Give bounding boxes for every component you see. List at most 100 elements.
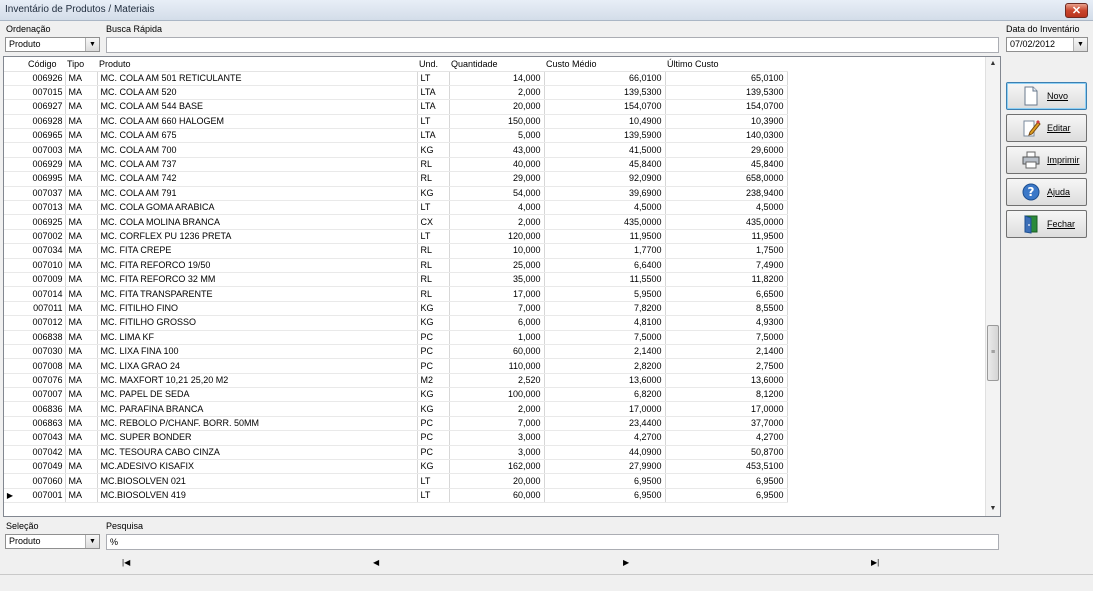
cell-codigo[interactable]: 007001 xyxy=(16,488,66,504)
cell-custo-medio[interactable]: 45,8400 xyxy=(544,157,666,173)
cell-ultimo-custo[interactable]: 8,1200 xyxy=(665,387,788,403)
cell-codigo[interactable]: 006927 xyxy=(16,99,66,115)
cell-custo-medio[interactable]: 6,9500 xyxy=(544,488,666,504)
ordenacao-select[interactable]: Produto ▼ xyxy=(5,37,100,52)
fechar-button[interactable]: Fechar xyxy=(1006,210,1087,238)
cell-und[interactable]: LT xyxy=(417,473,450,489)
cell-und[interactable]: RL xyxy=(417,258,450,273)
cell-custo-medio[interactable]: 6,6400 xyxy=(544,258,666,273)
cell-produto[interactable]: MC. MAXFORT 10,21 25,20 M2 xyxy=(97,373,418,389)
cell-quantidade[interactable]: 110,000 xyxy=(449,358,545,374)
cell-quantidade[interactable]: 2,000 xyxy=(449,85,545,101)
cell-ultimo-custo[interactable]: 658,0000 xyxy=(665,171,788,187)
cell-und[interactable]: PC xyxy=(417,430,450,446)
cell-quantidade[interactable]: 150,000 xyxy=(449,114,545,130)
cell-quantidade[interactable]: 14,000 xyxy=(449,71,545,86)
previous-record-icon[interactable]: ◀ xyxy=(373,558,379,567)
cell-produto[interactable]: MC. FITA REFORCO 32 MM xyxy=(97,272,418,288)
cell-ultimo-custo[interactable]: 11,9500 xyxy=(665,229,788,245)
table-row[interactable]: 007037 MA MC. COLA AM 791 KG 54,000 39,6900 23… xyxy=(4,186,788,202)
cell-tipo[interactable]: MA xyxy=(65,142,98,158)
cell-quantidade[interactable]: 3,000 xyxy=(449,430,545,446)
cell-tipo[interactable]: MA xyxy=(65,272,98,288)
cell-tipo[interactable]: MA xyxy=(65,315,98,331)
pesquisa-input[interactable]: % xyxy=(106,534,999,550)
selecao-select[interactable]: Produto ▼ xyxy=(5,534,100,549)
cell-quantidade[interactable]: 162,000 xyxy=(449,459,545,475)
table-row[interactable]: 007013 MA MC. COLA GOMA ARABICA LT 4,000 4,50… xyxy=(4,200,788,216)
cell-codigo[interactable]: 007008 xyxy=(16,358,66,374)
cell-tipo[interactable]: MA xyxy=(65,258,98,273)
table-row[interactable]: 006928 MA MC. COLA AM 660 HALOGEM LT 150,000… xyxy=(4,114,788,130)
cell-ultimo-custo[interactable]: 238,9400 xyxy=(665,186,788,202)
cell-ultimo-custo[interactable]: 1,7500 xyxy=(665,243,788,259)
cell-custo-medio[interactable]: 4,5000 xyxy=(544,200,666,216)
cell-custo-medio[interactable]: 23,4400 xyxy=(544,416,666,432)
cell-codigo[interactable]: 007011 xyxy=(16,301,66,317)
table-row[interactable]: 006929 MA MC. COLA AM 737 RL 40,000 45,8400 45… xyxy=(4,157,788,173)
cell-und[interactable]: RL xyxy=(417,272,450,288)
cell-und[interactable]: LT xyxy=(417,200,450,216)
cell-tipo[interactable]: MA xyxy=(65,301,98,317)
cell-und[interactable]: KG xyxy=(417,401,450,417)
cell-custo-medio[interactable]: 154,0700 xyxy=(544,99,666,115)
cell-und[interactable]: CX xyxy=(417,214,450,230)
cell-tipo[interactable]: MA xyxy=(65,358,98,374)
imprimir-button[interactable]: Imprimir xyxy=(1006,146,1087,174)
table-row[interactable]: 007002 MA MC. CORFLEX PU 1236 PRETA LT 120,0… xyxy=(4,229,788,245)
cell-codigo[interactable]: 006929 xyxy=(16,157,66,173)
cell-produto[interactable]: MC. COLA AM 675 xyxy=(97,128,418,144)
cell-ultimo-custo[interactable]: 6,9500 xyxy=(665,488,788,504)
cell-und[interactable]: PC xyxy=(417,330,450,345)
cell-ultimo-custo[interactable]: 65,0100 xyxy=(665,71,788,86)
table-row[interactable]: 006995 MA MC. COLA AM 742 RL 29,000 92,0900 65… xyxy=(4,171,788,187)
cell-produto[interactable]: MC. COLA AM 742 xyxy=(97,171,418,187)
table-row[interactable]: 007049 MA MC.ADESIVO KISAFIX KG 162,000 27,99… xyxy=(4,459,788,475)
cell-tipo[interactable]: MA xyxy=(65,229,98,245)
cell-tipo[interactable]: MA xyxy=(65,473,98,489)
cell-custo-medio[interactable]: 11,5500 xyxy=(544,272,666,288)
cell-tipo[interactable]: MA xyxy=(65,459,98,475)
cell-ultimo-custo[interactable]: 453,5100 xyxy=(665,459,788,475)
cell-ultimo-custo[interactable]: 37,7000 xyxy=(665,416,788,432)
cell-und[interactable]: M2 xyxy=(417,373,450,389)
cell-ultimo-custo[interactable]: 154,0700 xyxy=(665,99,788,115)
cell-custo-medio[interactable]: 7,5000 xyxy=(544,330,666,345)
cell-custo-medio[interactable]: 13,6000 xyxy=(544,373,666,389)
cell-custo-medio[interactable]: 5,9500 xyxy=(544,286,666,302)
cell-quantidade[interactable]: 3,000 xyxy=(449,445,545,461)
editar-button[interactable]: Editar xyxy=(1006,114,1087,142)
table-row[interactable]: 007014 MA MC. FITA TRANSPARENTE RL 17,000 5,9… xyxy=(4,286,788,302)
cell-tipo[interactable]: MA xyxy=(65,99,98,115)
cell-ultimo-custo[interactable]: 6,9500 xyxy=(665,473,788,489)
cell-quantidade[interactable]: 100,000 xyxy=(449,387,545,403)
next-record-icon[interactable]: ▶ xyxy=(623,558,629,567)
cell-ultimo-custo[interactable]: 13,6000 xyxy=(665,373,788,389)
first-record-icon[interactable]: |◀ xyxy=(122,558,130,567)
cell-ultimo-custo[interactable]: 2,7500 xyxy=(665,358,788,374)
cell-quantidade[interactable]: 20,000 xyxy=(449,99,545,115)
cell-codigo[interactable]: 007043 xyxy=(16,430,66,446)
cell-quantidade[interactable]: 25,000 xyxy=(449,258,545,273)
cell-produto[interactable]: MC. FITILHO GROSSO xyxy=(97,315,418,331)
table-row[interactable]: 006925 MA MC. COLA MOLINA BRANCA CX 2,000 435… xyxy=(4,214,788,230)
cell-codigo[interactable]: 006995 xyxy=(16,171,66,187)
inventory-grid[interactable]: Código Tipo Produto Und. Quantidade Cust… xyxy=(3,56,1001,517)
cell-quantidade[interactable]: 43,000 xyxy=(449,142,545,158)
scroll-thumb[interactable]: ≡ xyxy=(987,325,999,381)
table-row[interactable]: 006965 MA MC. COLA AM 675 LTA 5,000 139,5900 1… xyxy=(4,128,788,144)
cell-codigo[interactable]: 006928 xyxy=(16,114,66,130)
cell-custo-medio[interactable]: 139,5300 xyxy=(544,85,666,101)
cell-produto[interactable]: MC. TESOURA CABO CINZA xyxy=(97,445,418,461)
cell-codigo[interactable]: 006838 xyxy=(16,330,66,345)
table-row[interactable]: 007034 MA MC. FITA CREPE RL 10,000 1,7700 1,75… xyxy=(4,243,788,259)
cell-quantidade[interactable]: 2,520 xyxy=(449,373,545,389)
cell-produto[interactable]: MC. FITA TRANSPARENTE xyxy=(97,286,418,302)
cell-quantidade[interactable]: 6,000 xyxy=(449,315,545,331)
cell-tipo[interactable]: MA xyxy=(65,85,98,101)
cell-codigo[interactable]: 007049 xyxy=(16,459,66,475)
cell-quantidade[interactable]: 10,000 xyxy=(449,243,545,259)
cell-quantidade[interactable]: 60,000 xyxy=(449,344,545,360)
cell-ultimo-custo[interactable]: 45,8400 xyxy=(665,157,788,173)
cell-custo-medio[interactable]: 92,0900 xyxy=(544,171,666,187)
